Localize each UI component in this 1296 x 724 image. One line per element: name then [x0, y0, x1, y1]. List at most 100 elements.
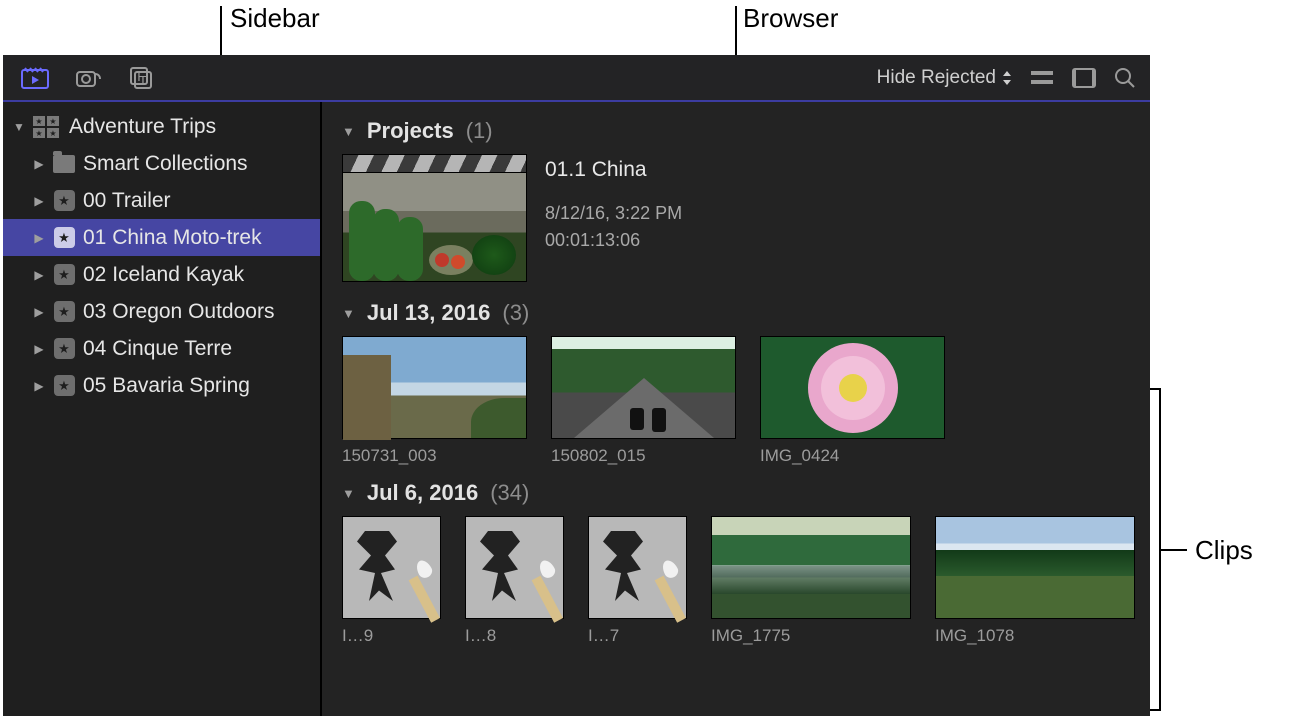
- filter-popup[interactable]: Hide Rejected: [877, 67, 1012, 89]
- clip-thumbnail[interactable]: [935, 516, 1135, 619]
- clip-appearance-icon[interactable]: [1072, 68, 1096, 88]
- library-tab-icon[interactable]: [21, 66, 49, 90]
- clip-thumbnail[interactable]: [588, 516, 687, 619]
- browser: ▼ Projects (1) 01.1 China 8/12/16, 3:22 …: [322, 102, 1150, 716]
- disclosure-triangle-icon[interactable]: ▼: [342, 306, 355, 321]
- sidebar-item-05-bavaria[interactable]: ▶ 05 Bavaria Spring: [3, 367, 320, 404]
- disclosure-triangle-icon[interactable]: ▼: [13, 120, 25, 134]
- clip-item[interactable]: I…7: [588, 516, 687, 646]
- event-icon: [53, 190, 75, 212]
- disclosure-triangle-icon[interactable]: ▶: [33, 342, 45, 356]
- disclosure-triangle-icon[interactable]: ▶: [33, 194, 45, 208]
- filter-popup-label: Hide Rejected: [877, 67, 996, 89]
- clip-item[interactable]: IMG_1078: [935, 516, 1135, 646]
- section-title: Jul 13, 2016: [367, 300, 491, 326]
- sidebar-item-label: 00 Trailer: [83, 189, 171, 213]
- library-icon: ★ ★ ★ ★: [33, 116, 61, 138]
- folder-icon: [53, 153, 75, 175]
- clip-label: I…7: [588, 626, 687, 646]
- svg-text:★: ★: [49, 129, 56, 138]
- annotation-clips: Clips: [1195, 535, 1253, 566]
- clip-label: 150731_003: [342, 446, 527, 466]
- project-duration: 00:01:13:06: [545, 227, 682, 254]
- titles-tab-icon[interactable]: TT: [129, 66, 157, 90]
- annotation-clips-bracket-out: [1161, 549, 1187, 551]
- clip-label: I…9: [342, 626, 441, 646]
- clip-label: I…8: [465, 626, 564, 646]
- sidebar-item-label: 05 Bavaria Spring: [83, 374, 250, 398]
- svg-text:★: ★: [35, 117, 42, 126]
- clip-item[interactable]: I…8: [465, 516, 564, 646]
- section-count: (34): [490, 480, 529, 506]
- disclosure-triangle-icon[interactable]: ▶: [33, 379, 45, 393]
- clip-label: IMG_0424: [760, 446, 945, 466]
- app-window: TT Hide Rejected ▼: [3, 55, 1150, 716]
- clip-label: 150802_015: [551, 446, 736, 466]
- popup-arrows-icon: [1002, 71, 1012, 85]
- toolbar: TT Hide Rejected: [3, 55, 1150, 102]
- disclosure-triangle-icon[interactable]: ▼: [342, 486, 355, 501]
- project-metadata: 01.1 China 8/12/16, 3:22 PM 00:01:13:06: [545, 154, 682, 282]
- section-count: (3): [502, 300, 529, 326]
- clip-thumbnail[interactable]: [551, 336, 736, 439]
- disclosure-triangle-icon[interactable]: ▼: [342, 124, 355, 139]
- event-icon: [53, 338, 75, 360]
- clip-thumbnail[interactable]: [465, 516, 564, 619]
- clip-label: IMG_1078: [935, 626, 1135, 646]
- event-icon: [53, 301, 75, 323]
- sidebar-item-label: 01 China Moto-trek: [83, 226, 262, 250]
- photos-audio-tab-icon[interactable]: [75, 66, 103, 90]
- disclosure-triangle-icon[interactable]: ▶: [33, 268, 45, 282]
- section-title: Jul 6, 2016: [367, 480, 478, 506]
- disclosure-triangle-icon[interactable]: ▶: [33, 157, 45, 171]
- event-icon: [53, 375, 75, 397]
- sidebar-item-label: 03 Oregon Outdoors: [83, 300, 274, 324]
- sidebar-item-smart-collections[interactable]: ▶ Smart Collections: [3, 145, 320, 182]
- sidebar-library[interactable]: ▼ ★ ★ ★ ★ Adventure Trips: [3, 108, 320, 145]
- sidebar-item-04-cinque[interactable]: ▶ 04 Cinque Terre: [3, 330, 320, 367]
- sidebar-item-label: 04 Cinque Terre: [83, 337, 232, 361]
- sidebar-item-label: 02 Iceland Kayak: [83, 263, 244, 287]
- sidebar: ▼ ★ ★ ★ ★ Adventure Trips ▶ Smart Collectio…: [3, 102, 322, 716]
- project-thumbnail-image: [342, 172, 527, 282]
- clips-row: 150731_003 150802_015 IMG_0424: [342, 336, 1130, 466]
- svg-text:★: ★: [35, 129, 42, 138]
- sidebar-item-00-trailer[interactable]: ▶ 00 Trailer: [3, 182, 320, 219]
- svg-text:T: T: [135, 69, 143, 84]
- annotation-browser: Browser: [743, 3, 838, 34]
- section-header-projects[interactable]: ▼ Projects (1): [342, 118, 1130, 144]
- clip-item[interactable]: IMG_0424: [760, 336, 945, 466]
- sidebar-item-03-oregon[interactable]: ▶ 03 Oregon Outdoors: [3, 293, 320, 330]
- project-title: 01.1 China: [545, 158, 682, 182]
- section-title: Projects: [367, 118, 454, 144]
- sidebar-item-label: Smart Collections: [83, 152, 248, 176]
- clip-thumbnail[interactable]: [711, 516, 911, 619]
- section-header-group2[interactable]: ▼ Jul 6, 2016 (34): [342, 480, 1130, 506]
- clip-item[interactable]: I…9: [342, 516, 441, 646]
- section-header-group1[interactable]: ▼ Jul 13, 2016 (3): [342, 300, 1130, 326]
- clapper-icon: [342, 154, 527, 172]
- clip-label: IMG_1775: [711, 626, 911, 646]
- event-icon: [53, 227, 75, 249]
- clips-row: I…9 I…8 I…7 IMG_1775 IMG_1078: [342, 516, 1130, 646]
- project-thumbnail[interactable]: [342, 154, 527, 282]
- search-icon[interactable]: [1114, 67, 1136, 89]
- disclosure-triangle-icon[interactable]: ▶: [33, 231, 45, 245]
- clip-item[interactable]: 150802_015: [551, 336, 736, 466]
- section-count: (1): [466, 118, 493, 144]
- list-view-icon[interactable]: [1030, 69, 1054, 87]
- clip-thumbnail[interactable]: [760, 336, 945, 439]
- svg-text:★: ★: [49, 117, 56, 126]
- clip-item[interactable]: 150731_003: [342, 336, 527, 466]
- sidebar-library-label: Adventure Trips: [69, 115, 216, 139]
- disclosure-triangle-icon[interactable]: ▶: [33, 305, 45, 319]
- sidebar-item-02-iceland[interactable]: ▶ 02 Iceland Kayak: [3, 256, 320, 293]
- clip-thumbnail[interactable]: [342, 516, 441, 619]
- clip-thumbnail[interactable]: [342, 336, 527, 439]
- sidebar-item-01-china[interactable]: ▶ 01 China Moto-trek: [3, 219, 320, 256]
- project-date: 8/12/16, 3:22 PM: [545, 200, 682, 227]
- event-icon: [53, 264, 75, 286]
- annotation-sidebar: Sidebar: [230, 3, 320, 34]
- project-item[interactable]: 01.1 China 8/12/16, 3:22 PM 00:01:13:06: [342, 154, 1130, 282]
- clip-item[interactable]: IMG_1775: [711, 516, 911, 646]
